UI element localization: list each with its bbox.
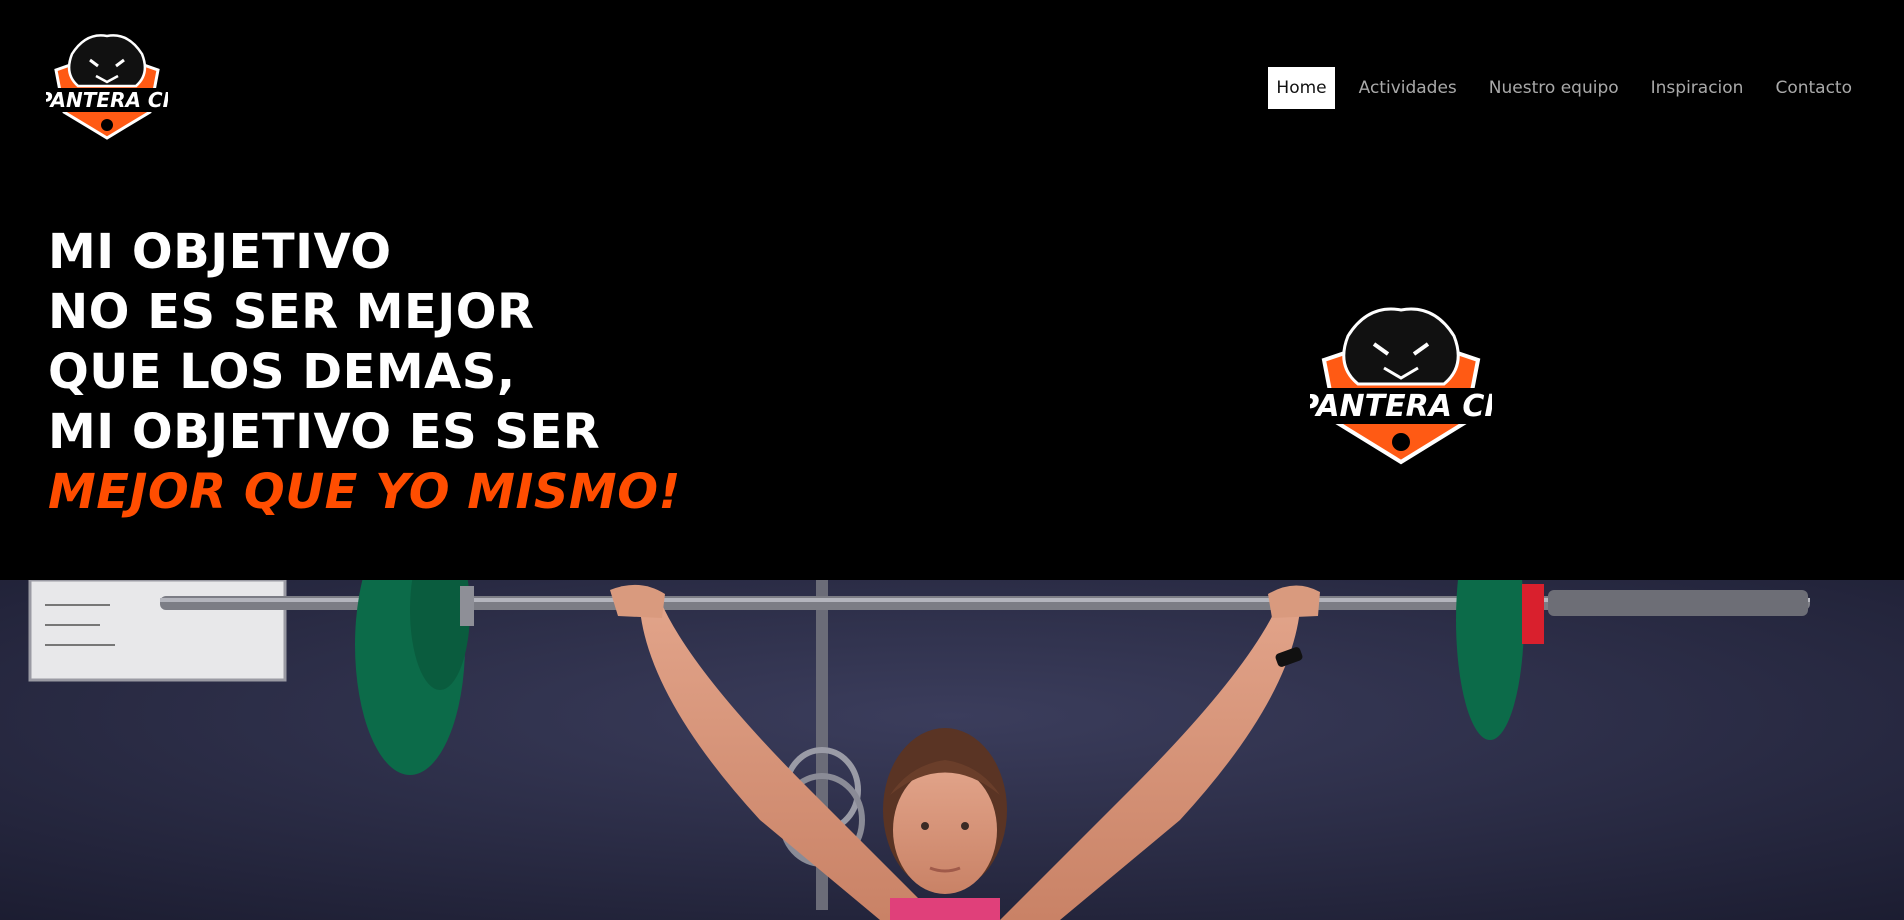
large-logo-text: PANTERA CF [1310, 389, 1492, 424]
nav-contacto[interactable]: Contacto [1767, 67, 1860, 109]
nav-actividades[interactable]: Actividades [1351, 67, 1465, 109]
hero-line-3: QUE LOS DEMAS, [48, 344, 516, 400]
hero-accent-line: MEJOR QUE YO MISMO! [48, 464, 681, 520]
nav-home[interactable]: Home [1268, 67, 1335, 109]
logo-text: PANTERA CF [46, 88, 168, 112]
hero-line-4: MI OBJETIVO ES SER [48, 404, 601, 460]
weightlifter-photo [0, 580, 1904, 920]
main-nav: Home Actividades Nuestro equipo Inspirac… [1252, 67, 1860, 109]
hero-line-1: MI OBJETIVO [48, 224, 392, 280]
nav-nuestro-equipo[interactable]: Nuestro equipo [1481, 67, 1627, 109]
hero-photo [0, 580, 1904, 920]
hero-headline: MI OBJETIVO NO ES SER MEJOR QUE LOS DEMA… [48, 222, 681, 522]
pantera-logo-large: PANTERA CF [1310, 307, 1492, 465]
hero-line-2: NO ES SER MEJOR [48, 284, 535, 340]
site-header: PANTERA CF Home Actividades Nuestro equi… [0, 0, 1904, 175]
nav-inspiracion[interactable]: Inspiracion [1643, 67, 1752, 109]
pantera-logo[interactable]: PANTERA CF [46, 30, 168, 142]
